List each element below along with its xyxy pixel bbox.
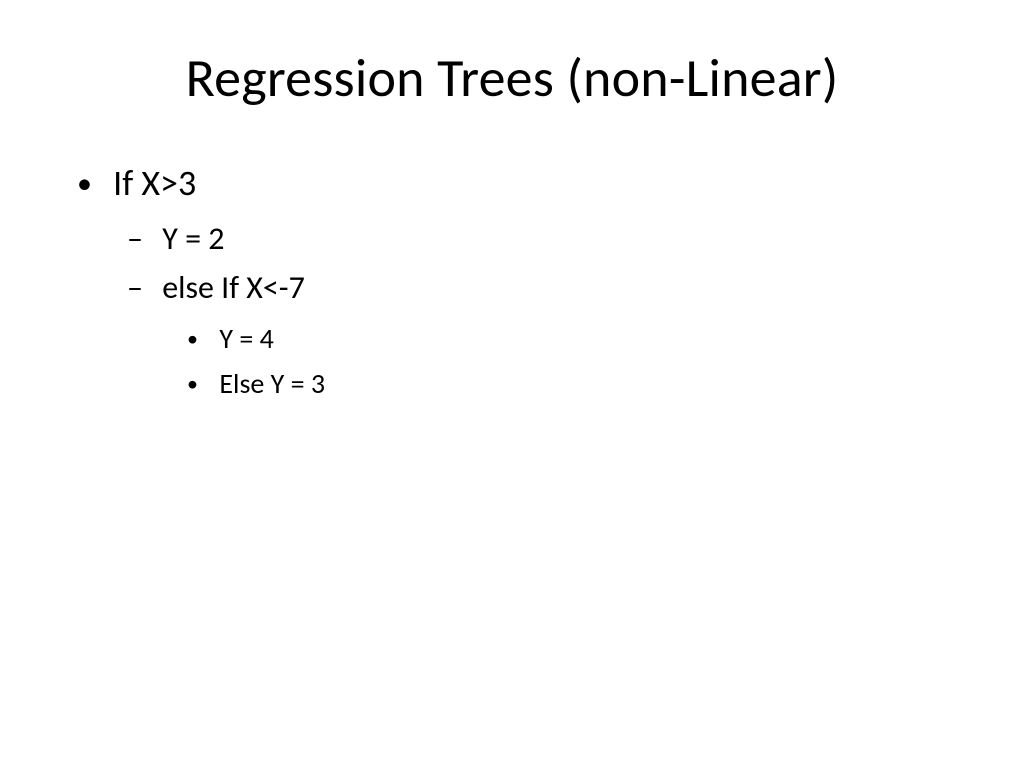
slide-title: Regression Trees (non-Linear) [70,45,954,111]
list-item: else If X<-7 Y = 4 Else Y = 3 [155,268,954,401]
bullet-list-level3: Y = 4 Else Y = 3 [155,321,954,401]
list-item-text: else If X<-7 [162,268,305,307]
list-item: Y = 2 [155,219,954,258]
slide: Regression Trees (non-Linear) If X>3 Y =… [0,0,1024,768]
list-item-text: Y = 4 [219,321,273,356]
list-item: Y = 4 [213,321,954,356]
list-item: Else Y = 3 [213,366,954,401]
list-item-text: Else Y = 3 [219,366,325,401]
bullet-list-level1: If X>3 Y = 2 else If X<-7 Y = 4 Else Y =… [70,161,954,401]
list-item-text: If X>3 [113,161,196,205]
list-item: If X>3 Y = 2 else If X<-7 Y = 4 Else Y =… [105,161,954,401]
bullet-list-level2: Y = 2 else If X<-7 Y = 4 Else Y = 3 [105,219,954,401]
list-item-text: Y = 2 [162,219,224,258]
